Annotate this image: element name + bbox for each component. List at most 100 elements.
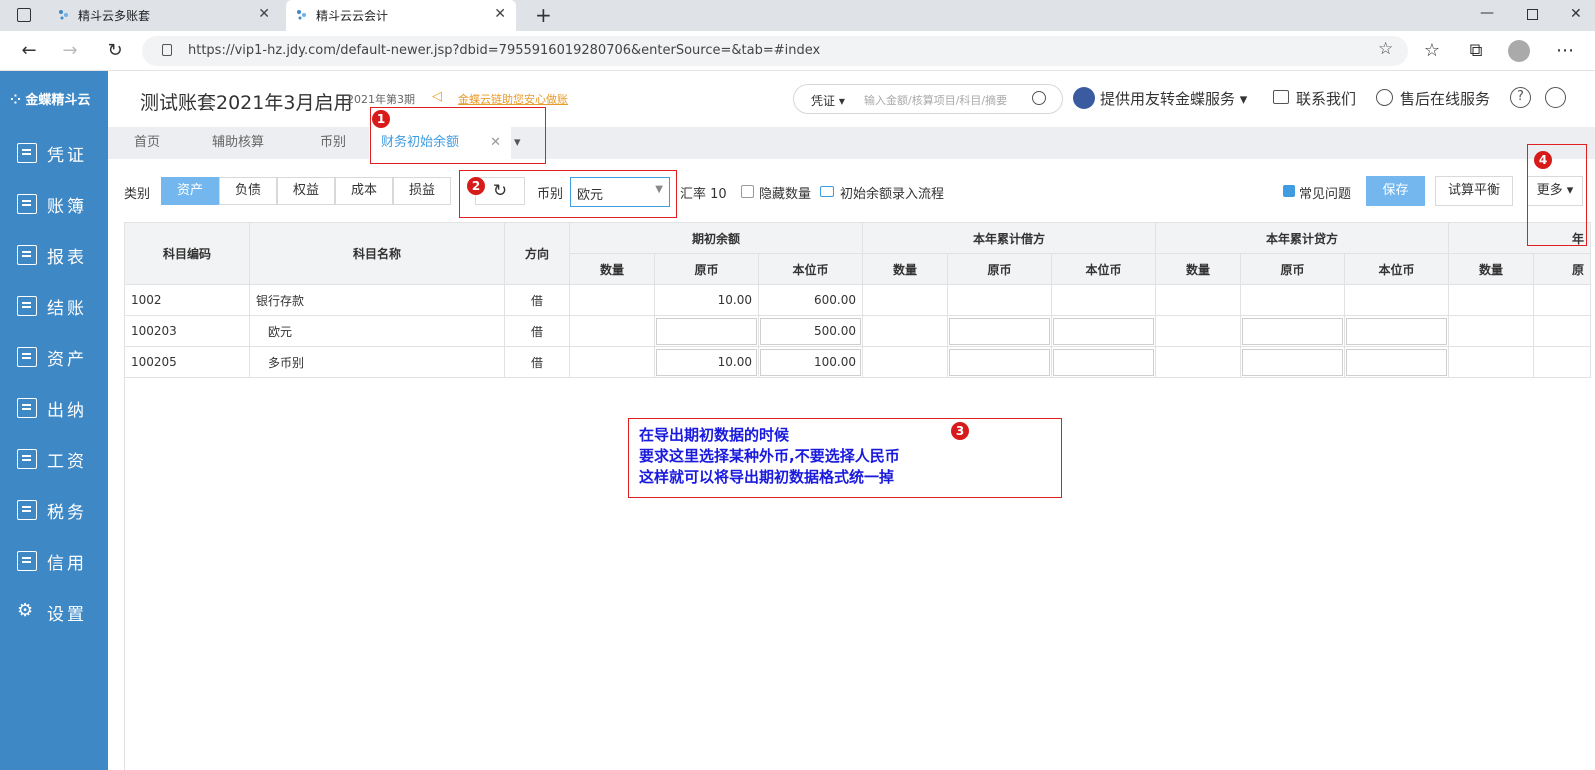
cell[interactable] xyxy=(1448,284,1534,316)
cell[interactable] xyxy=(1533,315,1591,347)
refresh-icon[interactable]: ↻ xyxy=(103,39,127,63)
sidebar-item-cashier[interactable]: 出纳 xyxy=(0,386,108,430)
cell-qty[interactable] xyxy=(569,315,655,347)
cell[interactable] xyxy=(1240,315,1345,347)
cell-orig[interactable] xyxy=(654,315,759,347)
flow-link[interactable]: 初始余额录入流程 xyxy=(840,183,944,202)
url-field[interactable]: https://vip1-hz.jdy.com/default-newer.js… xyxy=(142,36,1408,66)
cell-base[interactable]: 500.00 xyxy=(758,315,863,347)
cell[interactable] xyxy=(1051,284,1156,316)
cell[interactable] xyxy=(947,346,1052,378)
search-type-select[interactable]: 凭证 ▾ xyxy=(811,92,845,109)
cell[interactable] xyxy=(862,315,948,347)
tab-home[interactable]: 首页 xyxy=(134,127,160,159)
cell[interactable] xyxy=(1448,315,1534,347)
sidebar-item-voucher[interactable]: 凭证 xyxy=(0,131,108,175)
cell[interactable] xyxy=(1051,315,1156,347)
search-box[interactable]: 凭证 ▾ 输入金额/核算项目/科目/摘要 xyxy=(793,84,1063,114)
debit-base-input[interactable] xyxy=(1053,317,1154,345)
cell-orig[interactable]: 10.00 xyxy=(654,284,759,316)
minimize-icon[interactable]: — xyxy=(1480,5,1494,21)
cell-base[interactable]: 100.00 xyxy=(758,346,863,378)
cell[interactable] xyxy=(1448,346,1534,378)
hide-qty-checkbox[interactable] xyxy=(741,185,754,198)
cell[interactable] xyxy=(862,346,948,378)
cell[interactable] xyxy=(1240,346,1345,378)
save-button[interactable]: 保存 xyxy=(1366,176,1425,206)
orig-input[interactable] xyxy=(656,317,757,345)
more-menu-icon[interactable]: ⋯ xyxy=(1553,39,1577,63)
cell[interactable] xyxy=(1155,346,1241,378)
cell-qty[interactable] xyxy=(569,284,655,316)
migration-service-link[interactable]: 提供用友转金蝶服务 ▾ xyxy=(1100,88,1247,109)
cell[interactable] xyxy=(1344,315,1449,347)
notice-link[interactable]: 金蝶云链助您安心做账 xyxy=(458,91,568,107)
credit-base-input[interactable] xyxy=(1346,348,1447,376)
category-equity-button[interactable]: 权益 xyxy=(277,177,335,205)
debit-orig-input[interactable] xyxy=(949,317,1050,345)
browser-tab-1[interactable]: 精斗云多账套 ✕ xyxy=(48,0,280,31)
sidebar-item-closing[interactable]: 结账 xyxy=(0,284,108,328)
hide-qty-label[interactable]: 隐藏数量 xyxy=(759,183,811,202)
sidebar-item-tax[interactable]: 税务 xyxy=(0,488,108,532)
forward-icon[interactable]: → xyxy=(58,39,82,63)
cell[interactable] xyxy=(1155,315,1241,347)
col-direction: 方向 xyxy=(504,222,570,285)
add-favorite-icon[interactable]: ☆ xyxy=(1378,39,1393,59)
cell[interactable] xyxy=(1155,284,1241,316)
category-assets-button[interactable]: 资产 xyxy=(161,177,219,205)
cell-qty[interactable] xyxy=(569,346,655,378)
sidebar-item-payroll[interactable]: 工资 xyxy=(0,437,108,481)
search-input[interactable]: 输入金额/核算项目/科目/摘要 xyxy=(864,92,1007,108)
debit-orig-input[interactable] xyxy=(949,348,1050,376)
sidebar-item-assets[interactable]: 资产 xyxy=(0,335,108,379)
new-tab-icon[interactable]: + xyxy=(535,3,552,27)
base-input[interactable]: 500.00 xyxy=(760,317,861,345)
credit-orig-input[interactable] xyxy=(1242,348,1343,376)
back-icon[interactable]: ← xyxy=(17,39,41,63)
category-cost-button[interactable]: 成本 xyxy=(335,177,393,205)
trial-balance-button[interactable]: 试算平衡 xyxy=(1435,176,1513,206)
category-profit-loss-button[interactable]: 损益 xyxy=(393,177,451,205)
sidebar-item-ledger[interactable]: 账簿 xyxy=(0,182,108,226)
cell[interactable] xyxy=(1344,284,1449,316)
tab-auxiliary[interactable]: 辅助核算 xyxy=(212,127,264,159)
cell[interactable] xyxy=(1344,346,1449,378)
restore-icon[interactable] xyxy=(1527,9,1538,20)
debit-base-input[interactable] xyxy=(1053,348,1154,376)
sidebar-item-label: 资产 xyxy=(47,349,87,370)
after-sales-link[interactable]: 售后在线服务 xyxy=(1400,88,1490,109)
cell[interactable] xyxy=(1533,346,1591,378)
tab-actions-icon[interactable] xyxy=(17,8,31,22)
cell[interactable] xyxy=(1051,346,1156,378)
cell-base[interactable]: 600.00 xyxy=(758,284,863,316)
category-liabilities-button[interactable]: 负债 xyxy=(219,177,277,205)
cell[interactable] xyxy=(1533,284,1591,316)
tab-currency[interactable]: 币别 xyxy=(320,127,346,159)
close-tab-icon[interactable]: ✕ xyxy=(494,6,506,22)
cell[interactable] xyxy=(947,315,1052,347)
collections-icon[interactable]: ⧉ xyxy=(1464,39,1488,63)
contact-us-link[interactable]: 联系我们 xyxy=(1296,88,1356,109)
cell[interactable] xyxy=(1240,284,1345,316)
close-window-icon[interactable]: ✕ xyxy=(1570,6,1582,22)
cell[interactable] xyxy=(947,284,1052,316)
search-icon[interactable] xyxy=(1032,91,1046,105)
favorites-icon[interactable]: ☆ xyxy=(1420,39,1444,63)
orig-input[interactable]: 10.00 xyxy=(656,348,757,376)
credit-base-input[interactable] xyxy=(1346,317,1447,345)
profile-avatar-icon[interactable] xyxy=(1508,40,1530,62)
faq-link[interactable]: 常见问题 xyxy=(1299,183,1351,202)
cell-orig[interactable]: 10.00 xyxy=(654,346,759,378)
sidebar-item-reports[interactable]: 报表 xyxy=(0,233,108,277)
lock-icon[interactable] xyxy=(162,44,172,56)
browser-tab-2[interactable]: 精斗云云会计 ✕ xyxy=(286,0,516,31)
help-icon[interactable]: ? xyxy=(1510,87,1531,108)
close-tab-icon[interactable]: ✕ xyxy=(258,6,270,22)
shirt-icon[interactable] xyxy=(1545,87,1566,108)
sidebar-item-settings[interactable]: ⚙ 设置 xyxy=(0,590,108,634)
sidebar-item-credit[interactable]: 信用 xyxy=(0,539,108,583)
credit-orig-input[interactable] xyxy=(1242,317,1343,345)
cell[interactable] xyxy=(862,284,948,316)
base-input[interactable]: 100.00 xyxy=(760,348,861,376)
